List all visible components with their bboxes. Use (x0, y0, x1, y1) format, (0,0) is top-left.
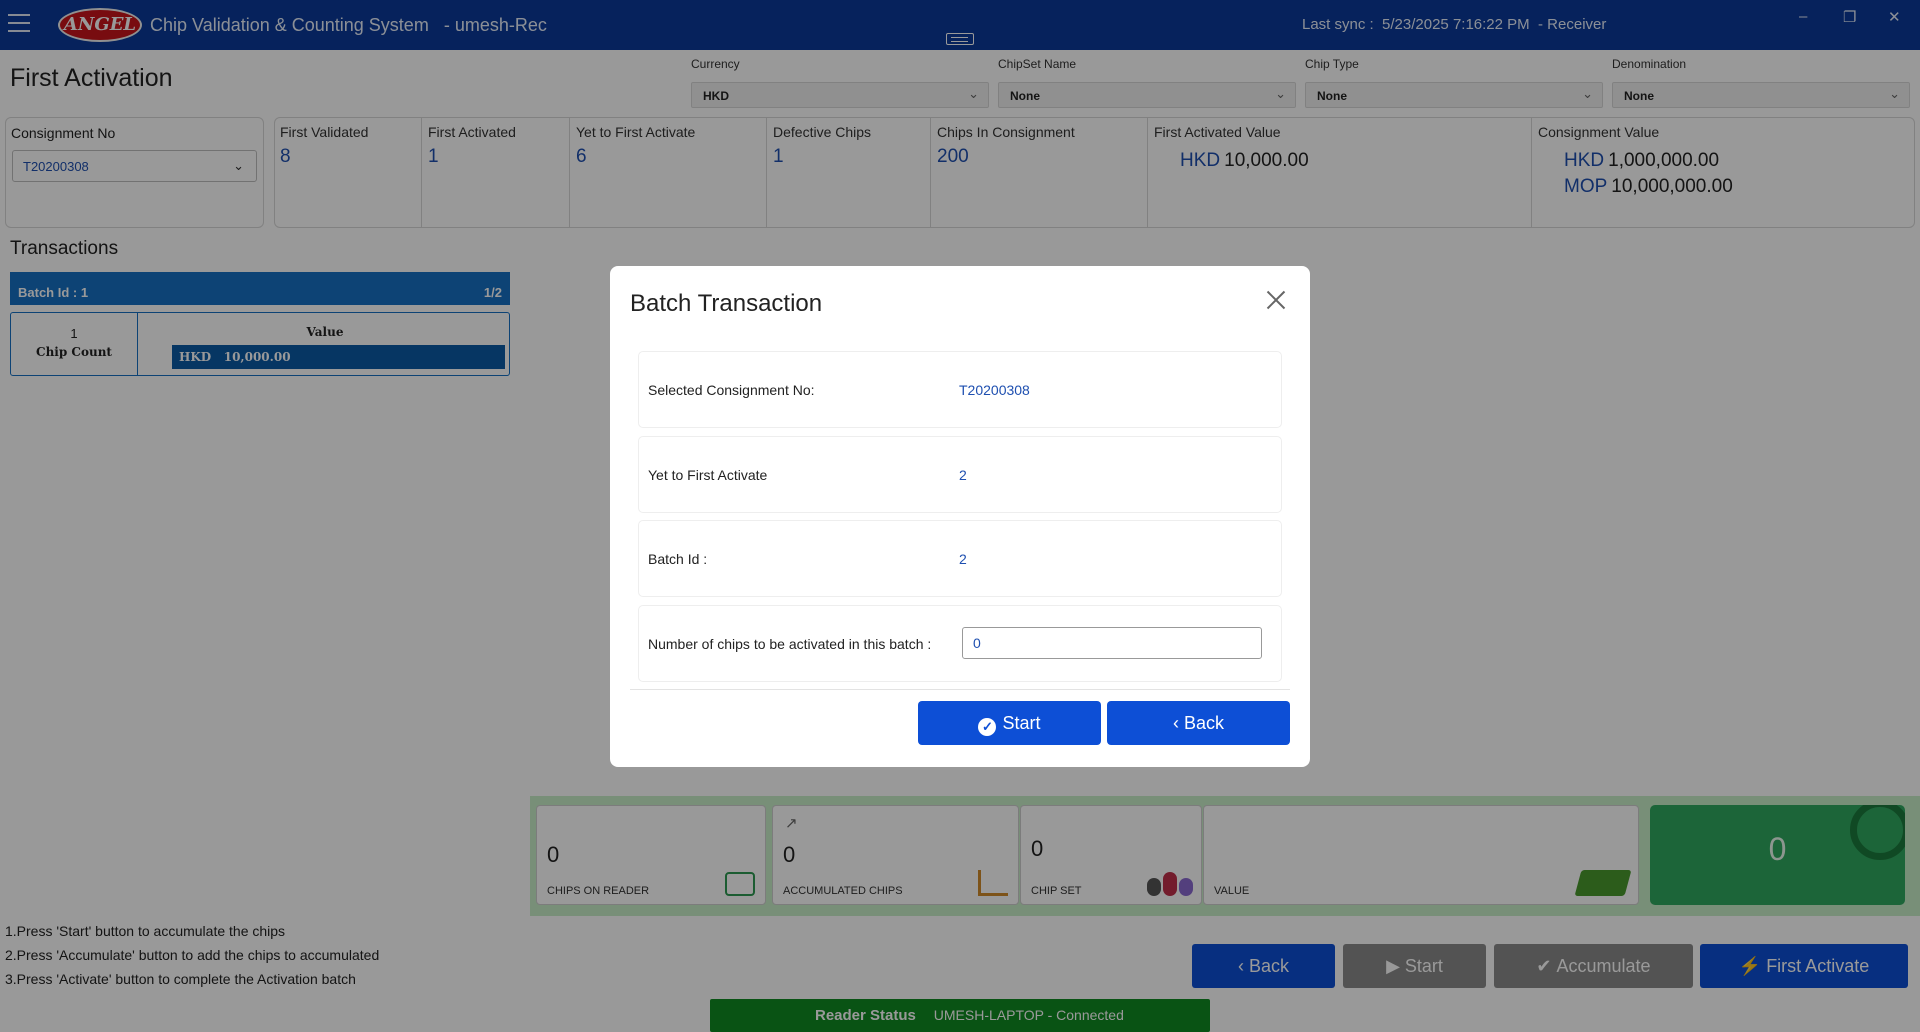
dialog-title: Batch Transaction (630, 290, 823, 317)
yet-to-first-activate-row: Yet to First Activate 2 (638, 436, 1282, 513)
check-circle-icon: ✓ (978, 718, 997, 736)
dialog-divider (630, 689, 1290, 690)
selected-consignment-row: Selected Consignment No: T20200308 (638, 351, 1282, 428)
chevron-left-icon: ‹ (1172, 713, 1184, 733)
chips-to-activate-input[interactable] (962, 627, 1262, 659)
batch-transaction-dialog: Batch Transaction Selected Consignment N… (610, 266, 1310, 767)
close-icon[interactable] (1264, 288, 1288, 312)
chip-count-row: Number of chips to be activated in this … (638, 605, 1282, 682)
dialog-back-button[interactable]: ‹ Back (1107, 701, 1290, 745)
dialog-start-button[interactable]: ✓ Start (918, 701, 1101, 745)
batch-id-row: Batch Id : 2 (638, 520, 1282, 597)
